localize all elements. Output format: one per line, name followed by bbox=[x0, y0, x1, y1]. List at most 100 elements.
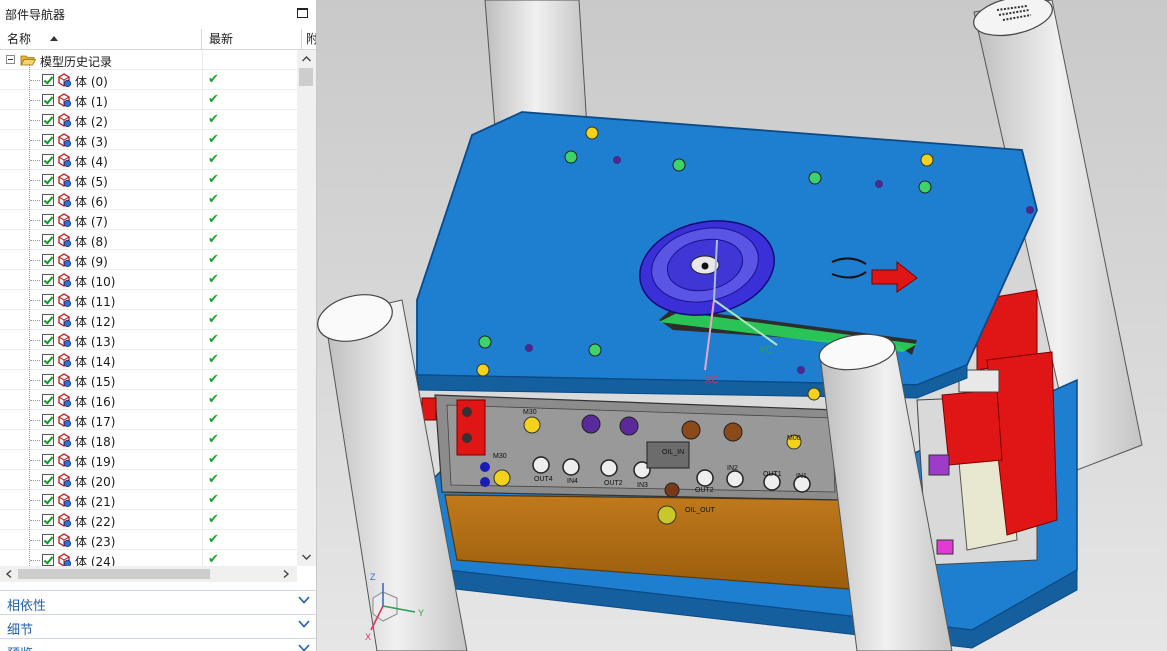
tree-row-latest-cell: ✔ bbox=[202, 390, 297, 410]
tree-row-name-cell: 体 (18) bbox=[0, 430, 202, 450]
tree-row-latest-cell: ✔ bbox=[202, 290, 297, 310]
open-folder-icon bbox=[20, 55, 36, 66]
column-header-third[interactable]: 附 bbox=[302, 29, 316, 49]
tree-row-latest-cell: ✔ bbox=[202, 90, 297, 110]
tree-branch-line bbox=[30, 160, 40, 161]
visibility-checkbox[interactable] bbox=[42, 434, 54, 446]
visibility-checkbox[interactable] bbox=[42, 294, 54, 306]
up-to-date-check-icon: ✔ bbox=[208, 232, 219, 247]
tree-row-name-cell: 体 (13) bbox=[0, 330, 202, 350]
visibility-checkbox[interactable] bbox=[42, 74, 54, 86]
tree-row-latest-cell: ✔ bbox=[202, 270, 297, 290]
tree-row[interactable]: 体 (0) ✔ bbox=[0, 70, 297, 90]
horizontal-scroll-thumb[interactable] bbox=[18, 569, 210, 579]
tree-root-row[interactable]: 模型历史记录 bbox=[0, 50, 297, 70]
up-to-date-check-icon: ✔ bbox=[208, 92, 219, 107]
tree-branch-line bbox=[30, 300, 40, 301]
visibility-checkbox[interactable] bbox=[42, 214, 54, 226]
tree-row[interactable]: 体 (21) ✔ bbox=[0, 490, 297, 510]
tree-row[interactable]: 体 (2) ✔ bbox=[0, 110, 297, 130]
visibility-checkbox[interactable] bbox=[42, 314, 54, 326]
tree-row[interactable]: 体 (16) ✔ bbox=[0, 390, 297, 410]
tree-row[interactable]: 体 (18) ✔ bbox=[0, 430, 297, 450]
tree-row-label: 体 (12) bbox=[75, 315, 116, 329]
yc-label: YC bbox=[759, 345, 773, 356]
tree-row[interactable]: 体 (9) ✔ bbox=[0, 250, 297, 270]
section-dependencies[interactable]: 相依性 bbox=[0, 590, 316, 614]
tree-branch-line bbox=[30, 200, 40, 201]
vertical-scroll-thumb[interactable] bbox=[299, 68, 313, 86]
graphics-viewport[interactable]: XC YC M30 M30 M00 OUT4 IN4 OUT2 IN3 OUT2… bbox=[317, 0, 1167, 651]
tree-row[interactable]: 体 (19) ✔ bbox=[0, 450, 297, 470]
column-header-latest[interactable]: 最新 bbox=[202, 29, 302, 49]
tree-row[interactable]: 体 (24) ✔ bbox=[0, 550, 297, 566]
visibility-checkbox[interactable] bbox=[42, 254, 54, 266]
tree-row[interactable]: 体 (12) ✔ bbox=[0, 310, 297, 330]
triad-z-label: Z bbox=[370, 572, 376, 582]
scroll-left-icon[interactable] bbox=[4, 569, 14, 579]
tree-row-latest-cell: ✔ bbox=[202, 510, 297, 530]
scroll-up-icon[interactable] bbox=[301, 54, 312, 64]
tree-row[interactable]: 体 (5) ✔ bbox=[0, 170, 297, 190]
out2a-label: OUT2 bbox=[604, 480, 623, 487]
tree-row[interactable]: 体 (10) ✔ bbox=[0, 270, 297, 290]
tree-row-latest-cell: ✔ bbox=[202, 130, 297, 150]
tree-branch-line bbox=[30, 500, 40, 501]
tree-row[interactable]: 体 (4) ✔ bbox=[0, 150, 297, 170]
horizontal-scrollbar[interactable] bbox=[0, 566, 297, 582]
visibility-checkbox[interactable] bbox=[42, 174, 54, 186]
tree-row[interactable]: 体 (3) ✔ bbox=[0, 130, 297, 150]
tree-row[interactable]: 体 (13) ✔ bbox=[0, 330, 297, 350]
tree-row-name-cell: 体 (19) bbox=[0, 450, 202, 470]
visibility-checkbox[interactable] bbox=[42, 94, 54, 106]
tree-row[interactable]: 体 (20) ✔ bbox=[0, 470, 297, 490]
visibility-checkbox[interactable] bbox=[42, 514, 54, 526]
tree-row[interactable]: 体 (6) ✔ bbox=[0, 190, 297, 210]
in1-label: IN1 bbox=[796, 473, 807, 480]
visibility-checkbox[interactable] bbox=[42, 414, 54, 426]
section-preview[interactable]: 预览 bbox=[0, 638, 316, 651]
visibility-checkbox[interactable] bbox=[42, 334, 54, 346]
column-third-label: 附 bbox=[306, 32, 316, 46]
tree-row-latest-cell: ✔ bbox=[202, 490, 297, 510]
tree-row[interactable]: 体 (1) ✔ bbox=[0, 90, 297, 110]
visibility-checkbox[interactable] bbox=[42, 474, 54, 486]
column-header-name[interactable]: 名称 bbox=[0, 29, 202, 49]
visibility-checkbox[interactable] bbox=[42, 534, 54, 546]
section-details[interactable]: 细节 bbox=[0, 614, 316, 638]
tree-row[interactable]: 体 (17) ✔ bbox=[0, 410, 297, 430]
visibility-checkbox[interactable] bbox=[42, 114, 54, 126]
tree-row-label: 体 (17) bbox=[75, 415, 116, 429]
tree-row-label: 体 (7) bbox=[75, 215, 108, 229]
visibility-checkbox[interactable] bbox=[42, 394, 54, 406]
visibility-checkbox[interactable] bbox=[42, 494, 54, 506]
visibility-checkbox[interactable] bbox=[42, 354, 54, 366]
tree-row[interactable]: 体 (8) ✔ bbox=[0, 230, 297, 250]
visibility-checkbox[interactable] bbox=[42, 274, 54, 286]
guide-pillar-back-left bbox=[484, 0, 588, 129]
tree-row[interactable]: 体 (14) ✔ bbox=[0, 350, 297, 370]
tree-row[interactable]: 体 (22) ✔ bbox=[0, 510, 297, 530]
tree-row-latest-cell: ✔ bbox=[202, 110, 297, 130]
collapse-icon[interactable] bbox=[6, 55, 15, 64]
vertical-scrollbar[interactable] bbox=[297, 50, 316, 566]
tree-row[interactable]: 体 (11) ✔ bbox=[0, 290, 297, 310]
tree-row[interactable]: 体 (7) ✔ bbox=[0, 210, 297, 230]
tree-guide-line bbox=[29, 64, 30, 566]
body-feature-icon bbox=[58, 213, 72, 228]
visibility-checkbox[interactable] bbox=[42, 234, 54, 246]
scroll-right-icon[interactable] bbox=[281, 569, 291, 579]
chevron-down-icon bbox=[298, 644, 310, 651]
visibility-checkbox[interactable] bbox=[42, 134, 54, 146]
tree-row[interactable]: 体 (23) ✔ bbox=[0, 530, 297, 550]
tree-row-name-cell: 体 (8) bbox=[0, 230, 202, 250]
tree-row[interactable]: 体 (15) ✔ bbox=[0, 370, 297, 390]
scroll-down-icon[interactable] bbox=[301, 552, 312, 562]
tree-row-latest-cell: ✔ bbox=[202, 230, 297, 250]
visibility-checkbox[interactable] bbox=[42, 554, 54, 566]
visibility-checkbox[interactable] bbox=[42, 374, 54, 386]
visibility-checkbox[interactable] bbox=[42, 194, 54, 206]
visibility-checkbox[interactable] bbox=[42, 154, 54, 166]
maximize-icon[interactable] bbox=[297, 8, 308, 18]
visibility-checkbox[interactable] bbox=[42, 454, 54, 466]
